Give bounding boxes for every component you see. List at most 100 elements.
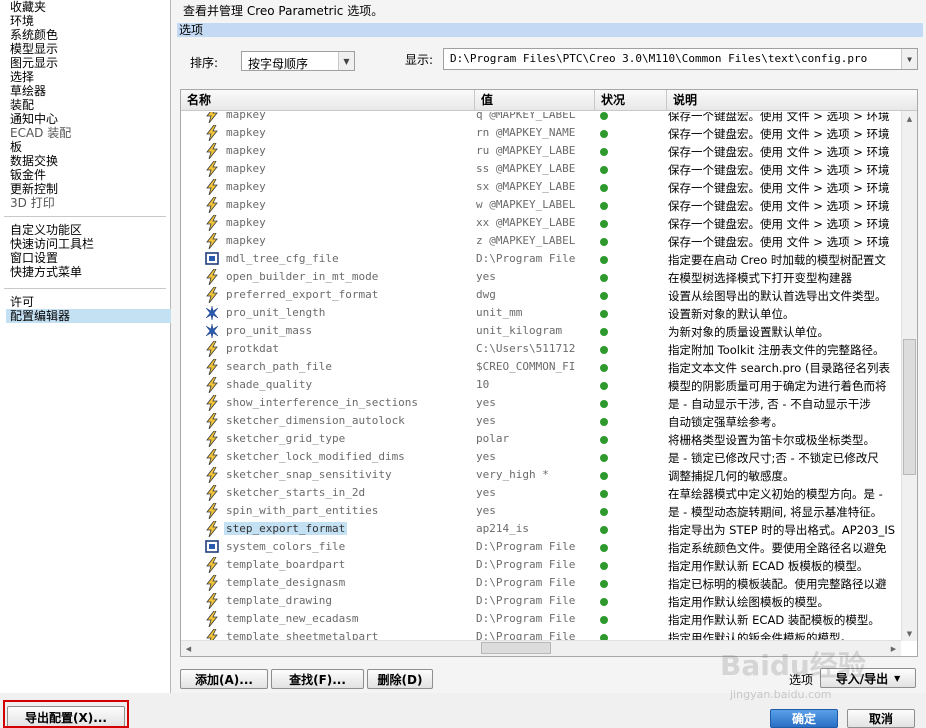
option-value[interactable]: C:\Users\5117120... <box>476 342 576 355</box>
table-row[interactable]: system_colors_file D:\Program Files... 指定系… <box>181 538 901 556</box>
option-value[interactable]: w @MAPKEY_LABEL... <box>476 198 576 211</box>
table-row[interactable]: mapkey ss @MAPKEY_LABEL... 保存一个键盘宏。使用 文件 >… <box>181 160 901 178</box>
option-value[interactable]: sx @MAPKEY_LABEL... <box>476 180 576 193</box>
ok-button[interactable]: 确定 <box>770 709 838 728</box>
option-value[interactable]: D:\Program Files... <box>476 558 576 571</box>
sidebar-item[interactable]: 装配 <box>10 98 34 112</box>
table-row[interactable]: sketcher_grid_type polar 将栅格类型设置为笛卡尔或极坐标类型… <box>181 430 901 448</box>
table-row[interactable]: show_interference_in_sections yes 是 - 自动显示… <box>181 394 901 412</box>
add-button[interactable]: 添加(A)... <box>180 669 268 689</box>
sort-select[interactable]: 按字母顺序 ▼ <box>241 51 355 71</box>
table-row[interactable]: mdl_tree_cfg_file D:\Program Files... 指定要在… <box>181 250 901 268</box>
sidebar-item[interactable]: 通知中心 <box>10 112 58 126</box>
table-row[interactable]: mapkey q @MAPKEY_LABEL... 保存一个键盘宏。使用 文件 > … <box>181 112 901 124</box>
sidebar-item[interactable]: 模型显示 <box>10 42 58 56</box>
table-row[interactable]: pro_unit_mass unit_kilogram 为新对象的质量设置默认单位。 <box>181 322 901 340</box>
sidebar-item[interactable]: 选择 <box>10 70 34 84</box>
sidebar-item[interactable]: 草绘器 <box>10 84 46 98</box>
table-row[interactable]: pro_unit_length unit_mm 设置新对象的默认单位。 <box>181 304 901 322</box>
table-row[interactable]: spin_with_part_entities yes 是 - 模型动态旋转期间, … <box>181 502 901 520</box>
option-value[interactable]: D:\Program Files... <box>476 594 576 607</box>
option-value[interactable]: ss @MAPKEY_LABEL... <box>476 162 576 175</box>
option-value[interactable]: dwg <box>476 288 576 301</box>
option-value[interactable]: ru @MAPKEY_LABEL... <box>476 144 576 157</box>
table-row[interactable]: template_designasm D:\Program Files... 指定已… <box>181 574 901 592</box>
sidebar-item[interactable]: 钣金件 <box>10 168 46 182</box>
scroll-up-icon[interactable]: ▲ <box>903 112 916 125</box>
table-row[interactable]: template_drawing D:\Program Files... 指定用作默… <box>181 592 901 610</box>
option-value[interactable]: 10 <box>476 378 576 391</box>
column-header-value[interactable]: 值 <box>475 90 595 110</box>
scroll-right-icon[interactable]: ▶ <box>887 642 900 655</box>
option-value[interactable]: yes <box>476 486 576 499</box>
sidebar-item[interactable]: 环境 <box>10 14 34 28</box>
option-value[interactable]: D:\Program Files... <box>476 612 576 625</box>
config-file-select[interactable]: D:\Program Files\PTC\Creo 3.0\M110\Commo… <box>443 48 918 70</box>
option-value[interactable]: yes <box>476 396 576 409</box>
table-row[interactable]: step_export_format ap214_is 指定导出为 STEP 时的导… <box>181 520 901 538</box>
chevron-down-icon[interactable]: ▼ <box>901 49 917 69</box>
option-value[interactable]: unit_mm <box>476 306 576 319</box>
table-row[interactable]: mapkey w @MAPKEY_LABEL... 保存一个键盘宏。使用 文件 > … <box>181 196 901 214</box>
option-value[interactable]: rn @MAPKEY_NAME... <box>476 126 576 139</box>
scroll-left-icon[interactable]: ◀ <box>182 642 195 655</box>
table-row[interactable]: template_sheetmetalpart D:\Program Files.… <box>181 628 901 640</box>
sidebar-item[interactable]: ECAD 装配 <box>10 126 71 140</box>
table-row[interactable]: open_builder_in_mt_mode yes 在模型树选择模式下打开变型构… <box>181 268 901 286</box>
table-row[interactable]: shade_quality 10 模型的阴影质量可用于确定为进行着色而将 <box>181 376 901 394</box>
column-header-status[interactable]: 状况 <box>595 90 667 110</box>
table-row[interactable]: template_boardpart D:\Program Files... 指定用… <box>181 556 901 574</box>
option-value[interactable]: D:\Program Files... <box>476 252 576 265</box>
table-row[interactable]: template_new_ecadasm D:\Program Files... 指… <box>181 610 901 628</box>
sidebar-item[interactable]: 3D 打印 <box>10 196 55 210</box>
table-row[interactable]: sketcher_lock_modified_dims yes 是 - 锁定已修改尺… <box>181 448 901 466</box>
column-header-name[interactable]: 名称 <box>181 90 475 110</box>
sidebar-item[interactable]: 更新控制 <box>10 182 58 196</box>
table-row[interactable]: mapkey rn @MAPKEY_NAME... 保存一个键盘宏。使用 文件 > … <box>181 124 901 142</box>
sidebar-item[interactable]: 快捷方式菜单 <box>10 265 82 279</box>
option-value[interactable]: yes <box>476 270 576 283</box>
option-value[interactable]: polar <box>476 432 576 445</box>
table-row[interactable]: search_path_file $CREO_COMMON_FIL... 指定文本文… <box>181 358 901 376</box>
option-value[interactable]: z @MAPKEY_LABEL... <box>476 234 576 247</box>
option-value[interactable]: very_high * <box>476 468 576 481</box>
sidebar-item[interactable]: 系统颜色 <box>10 28 58 42</box>
cancel-button[interactable]: 取消 <box>847 709 915 728</box>
option-value[interactable]: yes <box>476 414 576 427</box>
option-value[interactable]: xx @MAPKEY_LABEL... <box>476 216 576 229</box>
sidebar-item[interactable]: 自定义功能区 <box>10 223 82 237</box>
option-value[interactable]: q @MAPKEY_LABEL... <box>476 112 576 121</box>
table-row[interactable]: protkdat C:\Users\5117120... 指定附加 Toolkit … <box>181 340 901 358</box>
option-value[interactable]: $CREO_COMMON_FIL... <box>476 360 576 373</box>
table-row[interactable]: sketcher_snap_sensitivity very_high * 调整捕捉… <box>181 466 901 484</box>
chevron-down-icon[interactable]: ▼ <box>338 52 354 70</box>
option-value[interactable]: D:\Program Files... <box>476 576 576 589</box>
vertical-scrollbar[interactable]: ▲ ▼ <box>901 111 917 641</box>
delete-button[interactable]: 删除(D) <box>367 669 433 689</box>
option-value[interactable]: unit_kilogram <box>476 324 576 337</box>
sidebar-item[interactable]: 板 <box>10 140 22 154</box>
option-value[interactable]: D:\Program Files... <box>476 540 576 553</box>
option-value[interactable]: yes <box>476 504 576 517</box>
column-header-description[interactable]: 说明 <box>667 90 917 110</box>
sidebar-item[interactable]: 图元显示 <box>10 56 58 70</box>
scroll-down-icon[interactable]: ▼ <box>903 627 916 640</box>
option-value[interactable]: D:\Program Files... <box>476 630 576 640</box>
option-value[interactable]: ap214_is <box>476 522 576 535</box>
table-row[interactable]: sketcher_starts_in_2d yes 在草绘器模式中定义初始的模型方向… <box>181 484 901 502</box>
table-row[interactable]: mapkey sx @MAPKEY_LABEL... 保存一个键盘宏。使用 文件 >… <box>181 178 901 196</box>
vertical-scroll-thumb[interactable] <box>903 339 916 475</box>
sidebar-item[interactable]: 快速访问工具栏 <box>10 237 94 251</box>
sidebar-item[interactable]: 收藏夹 <box>10 0 46 14</box>
table-row[interactable]: preferred_export_format dwg 设置从绘图导出的默认首选导出… <box>181 286 901 304</box>
sidebar-item[interactable]: 配置编辑器 <box>6 309 172 323</box>
table-row[interactable]: mapkey xx @MAPKEY_LABEL... 保存一个键盘宏。使用 文件 >… <box>181 214 901 232</box>
table-row[interactable]: mapkey ru @MAPKEY_LABEL... 保存一个键盘宏。使用 文件 >… <box>181 142 901 160</box>
option-value[interactable]: yes <box>476 450 576 463</box>
sidebar-item[interactable]: 许可 <box>10 295 34 309</box>
find-button[interactable]: 查找(F)... <box>271 669 364 689</box>
horizontal-scroll-thumb[interactable] <box>481 642 551 654</box>
sidebar-item[interactable]: 数据交换 <box>10 154 58 168</box>
table-row[interactable]: sketcher_dimension_autolock yes 自动锁定强草绘参考。 <box>181 412 901 430</box>
sidebar-item[interactable]: 窗口设置 <box>10 251 58 265</box>
